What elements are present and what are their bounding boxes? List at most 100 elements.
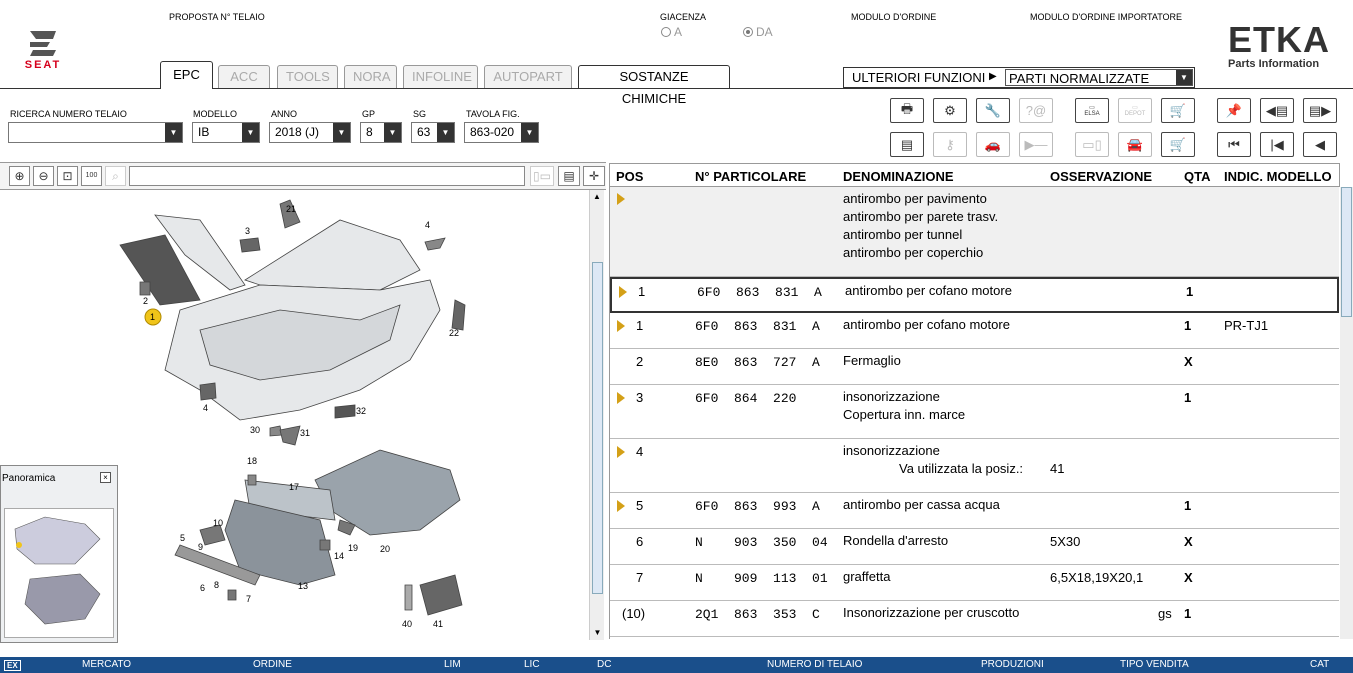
scroll-thumb[interactable] [592, 262, 603, 594]
tab-tools[interactable]: TOOLS [277, 65, 338, 88]
table-row[interactable]: antirombo per pavimento antirombo per par… [610, 187, 1339, 277]
page-back-icon[interactable]: ◀▤ [1260, 98, 1294, 123]
table-row[interactable]: 2 8E0 863 727 A Fermaglio X [610, 349, 1339, 385]
callout-label[interactable]: 21 [286, 204, 296, 214]
scroll-up-icon[interactable]: ▲ [590, 190, 604, 204]
modulo-ordine-link[interactable]: MODULO D'ORDINE [851, 12, 936, 22]
key-icon[interactable]: ⚷ [933, 132, 967, 157]
expand-icon[interactable] [619, 286, 627, 298]
elsa-button[interactable]: ▭ ELSA [1075, 98, 1109, 123]
expand-icon[interactable] [617, 320, 625, 332]
table-row[interactable]: 1 6F0 863 831 A antirombo per cofano motor… [610, 313, 1339, 349]
zoom-in-icon[interactable]: ⊕ [9, 166, 30, 186]
depot-button[interactable]: ▭ DEPOT [1118, 98, 1152, 123]
callout-label[interactable]: 6 [200, 583, 205, 593]
callout-label[interactable]: 30 [250, 425, 260, 435]
callout-label[interactable]: 18 [247, 456, 257, 466]
callout-label[interactable]: 10 [213, 518, 223, 528]
cart-add-icon[interactable]: 🛒 [1161, 98, 1195, 123]
callout-label[interactable]: 2 [143, 296, 148, 306]
help-search-icon[interactable]: ?@ [1019, 98, 1053, 123]
chevron-down-icon[interactable]: ▼ [1176, 70, 1192, 85]
scroll-thumb[interactable] [1341, 187, 1352, 317]
functions-select[interactable]: PARTI NORMALIZZATE ▼ [1005, 69, 1193, 86]
chevron-down-icon[interactable]: ▼ [242, 123, 259, 142]
list-icon[interactable]: ▤ [890, 132, 924, 157]
zoom-area-icon[interactable]: ⌕ [105, 166, 126, 186]
tab-autopart[interactable]: AUTOPART [484, 65, 572, 88]
col-qta[interactable]: QTA [1184, 169, 1210, 184]
parts-wheel-icon[interactable]: ⚙ [933, 98, 967, 123]
table-row[interactable]: 4 insonorizzazione Va utilizzata la posiz.… [610, 439, 1339, 493]
first-page-icon[interactable]: ⏮ [1217, 132, 1251, 157]
expand-icon[interactable] [617, 392, 625, 404]
col-particolare[interactable]: N° PARTICOLARE [695, 169, 806, 184]
chevron-down-icon[interactable]: ▼ [437, 123, 454, 142]
arrow-right-line-icon[interactable]: ▶— [1019, 132, 1053, 157]
computer-icon[interactable]: ▭▯ [1075, 132, 1109, 157]
zoom-out-icon[interactable]: ⊖ [33, 166, 54, 186]
prev-icon[interactable]: ◀ [1303, 132, 1337, 157]
table-scrollbar[interactable] [1340, 187, 1353, 639]
zoom-100-icon[interactable]: 100 [81, 166, 102, 186]
col-osservazione[interactable]: OSSERVAZIONE [1050, 169, 1152, 184]
callout-label[interactable]: 32 [356, 406, 366, 416]
callout-label[interactable]: 9 [198, 542, 203, 552]
callout-label[interactable]: 22 [449, 328, 459, 338]
pin-icon[interactable]: 📌 [1217, 98, 1251, 123]
callout-label[interactable]: 13 [298, 581, 308, 591]
callout-label[interactable]: 31 [300, 428, 310, 438]
callout-label[interactable]: 5 [180, 533, 185, 543]
prev-page-icon[interactable]: |◀ [1260, 132, 1294, 157]
gp-select[interactable]: 8 ▼ [360, 122, 402, 143]
tools-icon[interactable]: 🔧 [976, 98, 1010, 123]
col-pos[interactable]: POS [616, 169, 643, 184]
callout-label[interactable]: 14 [334, 551, 344, 561]
print-icon[interactable]: 🖶 [890, 98, 924, 123]
radio-da-circle[interactable] [743, 27, 753, 37]
page-forward-icon[interactable]: ▤▶ [1303, 98, 1337, 123]
tavola-select[interactable]: 863-020 ▼ [464, 122, 539, 143]
col-denominazione[interactable]: DENOMINAZIONE [843, 169, 954, 184]
sg-select[interactable]: 63 ▼ [411, 122, 455, 143]
tab-nora[interactable]: NORA [344, 65, 397, 88]
ricerca-telaio-input[interactable]: ▼ [8, 122, 183, 143]
car-search-icon[interactable]: 🚘 [1118, 132, 1152, 157]
tab-infoline[interactable]: INFOLINE [403, 65, 478, 88]
radio-da[interactable]: DA [743, 25, 773, 39]
layout-split-icon[interactable]: ▯▭ [530, 166, 554, 186]
callout-label[interactable]: 3 [245, 226, 250, 236]
table-row[interactable]: 7 N 909 113 01 graffetta 6,5X18,19X20,1 X [610, 565, 1339, 601]
callout-label[interactable]: 19 [348, 543, 358, 553]
tab-sostanze-chimiche[interactable]: SOSTANZE CHIMICHE [578, 65, 730, 106]
panorama-panel[interactable]: Panoramica × [0, 465, 118, 643]
callout-label[interactable]: 40 [402, 619, 412, 629]
callout-label[interactable]: 17 [289, 482, 299, 492]
image-search-input[interactable] [129, 166, 525, 186]
table-row[interactable]: 1 6F0 863 831 A antirombo per cofano motor… [610, 277, 1339, 313]
tab-epc[interactable]: EPC [160, 61, 213, 89]
modello-select[interactable]: IB ▼ [192, 122, 260, 143]
table-row[interactable]: 6 N 903 350 04 Rondella d'arresto 5X30 X [610, 529, 1339, 565]
expand-icon[interactable] [617, 446, 625, 458]
table-row[interactable]: 3 6F0 864 220 insonorizzazione Copertura in… [610, 385, 1339, 439]
chevron-down-icon[interactable]: ▼ [165, 123, 182, 142]
resize-icon[interactable]: ✛ [583, 166, 605, 186]
callout-label[interactable]: 7 [246, 594, 251, 604]
functions-box[interactable]: ULTERIORI FUNZIONI ▶ PARTI NORMALIZZATE … [843, 67, 1195, 88]
callout-label[interactable]: 4 [203, 403, 208, 413]
layout-panel-icon[interactable]: ▤ [558, 166, 580, 186]
table-row[interactable]: (10) 2Q1 863 353 C Insonorizzazione per cr… [610, 601, 1339, 637]
callout-label[interactable]: 20 [380, 544, 390, 554]
cart-icon[interactable]: 🛒 [1161, 132, 1195, 157]
chevron-down-icon[interactable]: ▼ [384, 123, 401, 142]
scroll-down-icon[interactable]: ▼ [590, 626, 605, 640]
anno-select[interactable]: 2018 (J) ▼ [269, 122, 351, 143]
callout-label[interactable]: 4 [425, 220, 430, 230]
diagram-scrollbar[interactable]: ▲ ▼ [589, 190, 604, 640]
expand-icon[interactable] [617, 500, 625, 512]
radio-a[interactable]: A [661, 25, 682, 39]
chevron-down-icon[interactable]: ▼ [521, 123, 538, 142]
zoom-fit-icon[interactable]: ⊡ [57, 166, 78, 186]
callout-label[interactable]: 1 [150, 312, 155, 322]
